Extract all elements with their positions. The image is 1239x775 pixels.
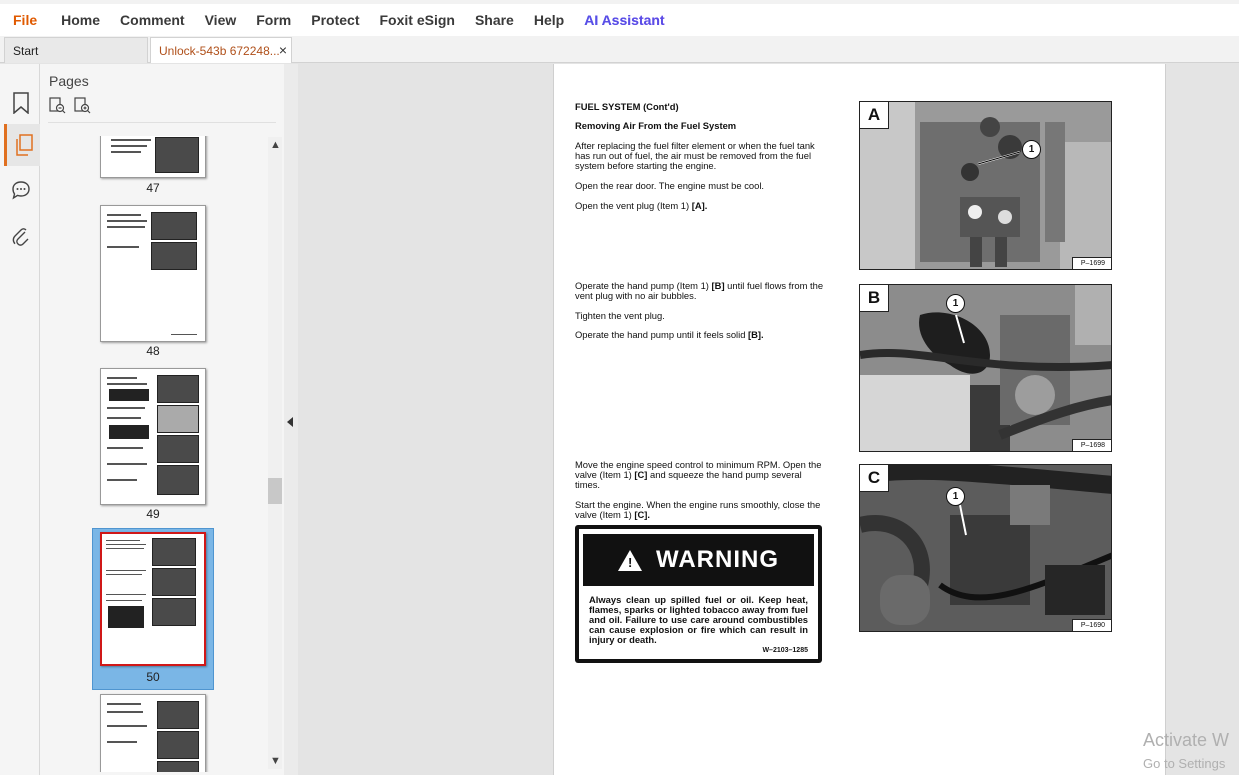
pages-panel: Pages 47 48 49 50 <box>40 64 284 775</box>
warning-text: Always clean up spilled fuel or oil. Kee… <box>589 594 808 645</box>
attachment-icon[interactable] <box>6 222 36 252</box>
tab-bar: Start Unlock-543b 672248... × <box>0 36 1239 63</box>
pages-divider <box>48 122 276 123</box>
item-callout: 1 <box>1022 140 1041 159</box>
menu-file[interactable]: File <box>13 12 37 28</box>
page-number-label: 49 <box>146 507 160 521</box>
paragraph: After replacing the fuel filter element … <box>575 140 815 171</box>
document-viewport[interactable]: FUEL SYSTEM (Cont'd) Removing Air From t… <box>298 64 1239 775</box>
figure-a-photo: A 1 P–1699 <box>859 101 1112 270</box>
pages-toolbar <box>49 97 91 119</box>
paragraph: Start the engine. When the engine runs s… <box>575 499 821 520</box>
zoom-in-thumbnails-icon[interactable] <box>74 97 91 119</box>
menu-view[interactable]: View <box>205 12 237 28</box>
menu-share[interactable]: Share <box>475 12 514 28</box>
pages-panel-title: Pages <box>49 73 89 89</box>
paragraph: Operate the hand pump (Item 1) [B] until… <box>575 280 824 301</box>
warning-label: ! WARNING Always clean up spilled fuel o… <box>575 525 822 663</box>
menu-protect[interactable]: Protect <box>311 12 359 28</box>
figure-code: P–1690 <box>1071 619 1111 631</box>
page-thumbnail[interactable] <box>100 136 206 178</box>
thumbnail-scrollbar-thumb[interactable] <box>268 478 282 504</box>
bookmark-icon[interactable] <box>6 88 36 118</box>
menu-ai-assistant[interactable]: AI Assistant <box>584 12 664 28</box>
thumbnail-scrollbar[interactable] <box>268 137 282 769</box>
figure-letter: A <box>860 102 889 129</box>
zoom-out-thumbnails-icon[interactable] <box>49 97 66 119</box>
menu-bar: File Home Comment View Form Protect Foxi… <box>0 0 1239 36</box>
menu-foxit-esign[interactable]: Foxit eSign <box>379 12 454 28</box>
warning-header: ! WARNING <box>583 534 814 586</box>
figure-letter: C <box>860 465 889 492</box>
menu-help[interactable]: Help <box>534 12 564 28</box>
comment-icon[interactable] <box>6 175 36 205</box>
warning-code: W–2103–1285 <box>762 647 808 654</box>
tab-start-label: Start <box>13 43 39 58</box>
section-subheading: Removing Air From the Fuel System <box>575 120 737 131</box>
scroll-up-icon[interactable]: ▲ <box>270 139 281 151</box>
menu-home[interactable]: Home <box>61 12 100 28</box>
warning-title: WARNING <box>656 546 779 573</box>
figure-c-photo: C 1 P–1690 <box>859 464 1112 632</box>
item-callout: 1 <box>946 294 965 313</box>
tab-document[interactable]: Unlock-543b 672248... × <box>150 37 292 63</box>
item-callout: 1 <box>946 487 965 506</box>
paragraph: Operate the hand pump until it feels sol… <box>575 329 764 340</box>
figure-b-photo: B 1 P–1698 <box>859 284 1112 452</box>
scroll-down-icon[interactable]: ▼ <box>270 755 281 767</box>
page-thumbnail-current[interactable] <box>100 532 206 666</box>
warning-icon: ! <box>618 549 642 571</box>
page-thumbnail[interactable] <box>100 205 206 342</box>
collapse-left-icon[interactable] <box>287 417 293 427</box>
activation-watermark-subtitle: Go to Settings <box>1143 756 1226 771</box>
tab-document-label: Unlock-543b 672248... <box>159 43 280 58</box>
paragraph: Open the rear door. The engine must be c… <box>575 180 765 191</box>
activation-watermark-title: Activate W <box>1143 730 1230 750</box>
paragraph: Open the vent plug (Item 1) [A]. <box>575 200 708 211</box>
section-heading: FUEL SYSTEM (Cont'd) <box>575 101 679 112</box>
pdf-editor-window: File Home Comment View Form Protect Foxi… <box>0 0 1239 775</box>
page-thumbnail[interactable] <box>100 368 206 505</box>
page-number-label: 47 <box>146 181 160 195</box>
side-icon-rail <box>0 64 40 775</box>
paragraph: Tighten the vent plug. <box>575 310 665 321</box>
tab-start[interactable]: Start <box>4 37 148 63</box>
figure-letter: B <box>860 285 889 312</box>
page-thumbnail[interactable] <box>100 694 206 772</box>
close-icon[interactable]: × <box>279 42 287 58</box>
menu-form[interactable]: Form <box>256 12 291 28</box>
page-number-label: 50 <box>146 670 160 684</box>
pages-icon[interactable] <box>4 124 40 166</box>
figure-code: P–1699 <box>1071 257 1111 269</box>
page-number-label: 48 <box>146 344 160 358</box>
figure-code: P–1698 <box>1071 439 1111 451</box>
menu-comment[interactable]: Comment <box>120 12 185 28</box>
thumbnail-list: 47 48 49 50 <box>40 136 268 772</box>
paragraph: Move the engine speed control to minimum… <box>575 459 822 490</box>
pdf-page: FUEL SYSTEM (Cont'd) Removing Air From t… <box>553 64 1166 775</box>
